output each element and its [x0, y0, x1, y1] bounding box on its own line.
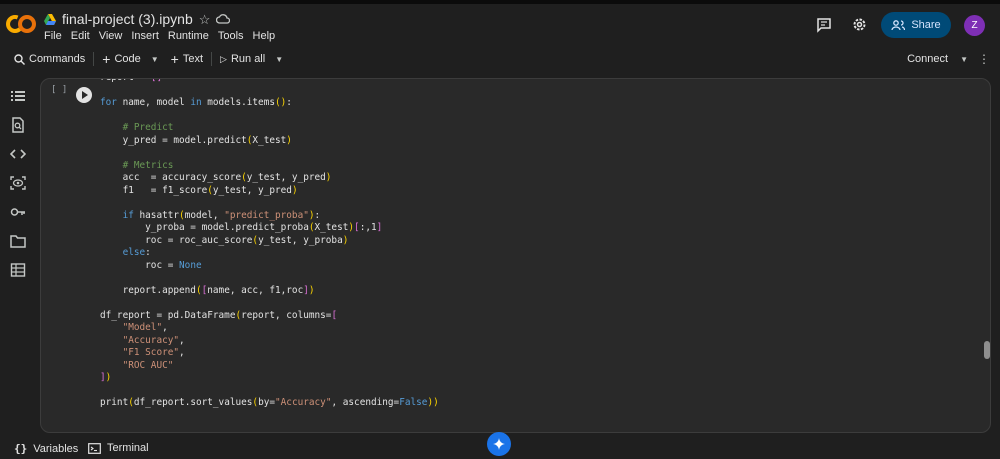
code-line[interactable]: [100, 272, 439, 285]
code-line[interactable]: [100, 147, 439, 160]
code-cell[interactable]: [ ] report = [] for name, model in model…: [40, 78, 991, 433]
code-line[interactable]: else:: [100, 247, 439, 260]
code-line[interactable]: [100, 110, 439, 123]
code-line[interactable]: "F1 Score",: [100, 347, 439, 360]
files-folder-icon[interactable]: [10, 233, 26, 249]
gemini-sparkle-icon: [493, 438, 505, 450]
code-line[interactable]: print(df_report.sort_values(by="Accuracy…: [100, 397, 439, 410]
code-line[interactable]: # Predict: [100, 122, 439, 135]
code-line[interactable]: roc = roc_auc_score(y_test, y_proba): [100, 235, 439, 248]
code-line[interactable]: [100, 385, 439, 398]
code-line[interactable]: "ROC AUC": [100, 360, 439, 373]
share-label: Share: [911, 19, 941, 31]
variables-inspector-icon[interactable]: [10, 175, 26, 191]
menu-bar: File Edit View Insert Runtime Tools Help: [44, 30, 284, 42]
code-line[interactable]: [100, 85, 439, 98]
code-line[interactable]: y_pred = model.predict(X_test): [100, 135, 439, 148]
execution-count: [ ]: [51, 85, 68, 95]
search-icon: [14, 53, 25, 65]
more-vert-icon[interactable]: ⋮: [978, 52, 990, 66]
code-line[interactable]: y_proba = model.predict_proba(X_test)[:,…: [100, 222, 439, 235]
code-snippets-icon[interactable]: [10, 146, 26, 162]
google-drive-icon: [44, 13, 56, 25]
menu-edit[interactable]: Edit: [71, 30, 90, 42]
terminal-label: Terminal: [107, 442, 149, 454]
menu-view[interactable]: View: [99, 30, 123, 42]
code-line[interactable]: # Metrics: [100, 160, 439, 173]
notebook-toolbar: Commands + Code ▼ + Text ▷ Run all ▼ Con…: [0, 46, 1000, 72]
code-line[interactable]: if hasattr(model, "predict_proba"):: [100, 210, 439, 223]
commands-label: Commands: [29, 53, 86, 65]
connect-button[interactable]: Connect ▼: [907, 53, 968, 65]
code-line[interactable]: [100, 197, 439, 210]
menu-insert[interactable]: Insert: [131, 30, 159, 42]
scrollbar-thumb[interactable]: [984, 341, 990, 359]
chevron-down-icon[interactable]: ▼: [275, 55, 283, 64]
user-avatar[interactable]: Z: [964, 15, 985, 36]
colab-logo[interactable]: [6, 13, 36, 35]
code-line[interactable]: [100, 297, 439, 310]
app-header: final-project (3).ipynb ☆ File Edit View…: [0, 4, 1000, 46]
menu-runtime[interactable]: Runtime: [168, 30, 209, 42]
code-editor[interactable]: report = [] for name, model in models.it…: [100, 79, 439, 410]
people-icon: [891, 20, 906, 30]
code-line[interactable]: ]): [100, 372, 439, 385]
find-replace-icon[interactable]: [10, 117, 26, 133]
commands-button[interactable]: Commands: [8, 48, 91, 70]
code-line[interactable]: df_report = pd.DataFrame(report, columns…: [100, 310, 439, 323]
plus-icon: +: [102, 51, 111, 67]
chevron-down-icon[interactable]: ▼: [151, 55, 159, 64]
toolbar-divider: [93, 52, 95, 66]
left-sidebar: [0, 78, 36, 438]
notebook-title[interactable]: final-project (3).ipynb: [62, 11, 193, 27]
variables-button[interactable]: {} Variables: [14, 442, 78, 455]
run-all-label: Run all: [230, 53, 266, 65]
terminal-icon: [88, 442, 101, 454]
run-all-button[interactable]: ▷ Run all ▼: [214, 48, 289, 70]
gemini-button[interactable]: [487, 432, 511, 456]
code-label: Code: [114, 53, 141, 65]
plus-icon: +: [170, 51, 179, 67]
add-text-button[interactable]: + Text: [165, 48, 209, 70]
menu-file[interactable]: File: [44, 30, 62, 42]
table-of-contents-icon[interactable]: [10, 88, 26, 104]
code-line[interactable]: roc = None: [100, 260, 439, 273]
menu-tools[interactable]: Tools: [218, 30, 244, 42]
variables-label: Variables: [33, 442, 79, 455]
terminal-button[interactable]: Terminal: [88, 442, 149, 454]
comments-icon[interactable]: [816, 17, 832, 33]
code-line[interactable]: for name, model in models.items():: [100, 97, 439, 110]
settings-gear-icon[interactable]: [851, 16, 868, 33]
code-line[interactable]: report.append([name, acc, f1,roc]): [100, 285, 439, 298]
add-code-button[interactable]: + Code ▼: [96, 48, 164, 70]
data-table-icon[interactable]: [10, 262, 26, 278]
code-line[interactable]: acc = accuracy_score(y_test, y_pred): [100, 172, 439, 185]
cloud-saved-icon[interactable]: [216, 13, 231, 25]
share-button[interactable]: Share: [881, 12, 951, 38]
menu-help[interactable]: Help: [253, 30, 276, 42]
star-icon[interactable]: ☆: [199, 13, 211, 26]
run-cell-button[interactable]: [76, 87, 92, 103]
code-line[interactable]: f1 = f1_score(y_test, y_pred): [100, 185, 439, 198]
code-line[interactable]: "Accuracy",: [100, 335, 439, 348]
play-icon: ▷: [220, 53, 227, 64]
text-label: Text: [182, 53, 204, 65]
code-line[interactable]: "Model",: [100, 322, 439, 335]
toolbar-divider: [211, 52, 213, 66]
status-bar: {} Variables Terminal: [0, 432, 1000, 459]
secrets-key-icon[interactable]: [10, 204, 26, 220]
connect-label: Connect: [907, 53, 949, 65]
chevron-down-icon[interactable]: ▼: [960, 55, 968, 64]
braces-icon: {}: [14, 442, 28, 455]
notebook-content: [ ] report = [] for name, model in model…: [36, 72, 1000, 438]
